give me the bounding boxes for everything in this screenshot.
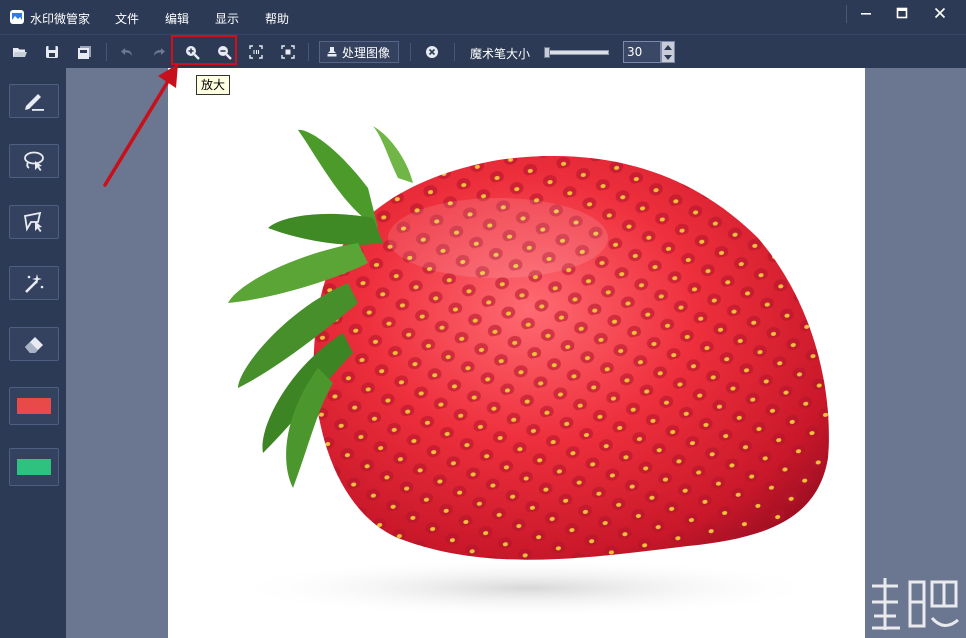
secondary-color-button[interactable] [9,448,59,486]
save-as-icon [77,45,91,59]
window-controls-divider [846,5,847,23]
tool-sidebar [0,68,66,638]
stepper-down-icon[interactable] [662,52,674,62]
stamp-icon [327,47,337,57]
magic-wand-button[interactable] [9,266,59,300]
menu-edit[interactable]: 编辑 [165,10,189,27]
open-button[interactable] [9,41,31,63]
app-logo-icon [9,9,25,25]
process-image-label: 处理图像 [342,45,391,60]
pen-icon [25,94,44,111]
secondary-color-swatch [17,459,51,475]
polygon-select-icon [23,211,42,232]
maximize-icon [896,7,908,19]
menu-file[interactable]: 文件 [115,10,139,27]
minimize-icon [861,13,871,15]
primary-color-swatch [17,398,51,414]
brush-size-label: 魔术笔大小 [470,47,531,61]
close-icon [934,7,946,19]
lasso-icon [24,151,44,171]
maximize-button[interactable] [884,0,920,26]
save-icon [46,46,58,58]
redo-icon [154,48,165,56]
title-bar: 水印微管家 文件 编辑 显示 帮助 [0,0,966,34]
eraser-icon [25,337,43,353]
image-canvas[interactable] [168,68,865,638]
stepper-up-icon[interactable] [662,42,674,52]
fit-window-button[interactable] [277,41,299,63]
actual-size-icon [249,45,263,59]
clear-button[interactable] [421,41,443,63]
strawberry-image [228,126,829,618]
fit-window-icon [281,45,295,59]
site-watermark-icon [834,578,959,630]
toolbar-divider [454,43,455,61]
menu-view[interactable]: 显示 [215,10,239,27]
eraser-tool-button[interactable] [9,327,59,361]
annotation-arrow-icon [103,64,178,187]
process-image-button[interactable]: 处理图像 [319,41,399,63]
zoom-in-tooltip: 放大 [196,75,231,95]
brush-size-stepper[interactable] [661,41,675,63]
save-as-button[interactable] [73,41,95,63]
brush-size-input[interactable] [623,41,661,63]
minimize-button[interactable] [848,0,884,26]
toolbar-divider [308,43,309,61]
toolbar-divider [410,43,411,61]
polygon-select-button[interactable] [9,205,59,239]
primary-color-button[interactable] [9,387,59,425]
clear-icon [426,46,438,58]
brush-size-slider[interactable] [545,50,609,55]
actual-size-button[interactable] [245,41,267,63]
undo-icon [121,48,132,56]
close-button[interactable] [922,0,958,26]
app-title: 水印微管家 [30,12,91,26]
save-button[interactable] [41,41,63,63]
open-icon [13,48,27,57]
menu-help[interactable]: 帮助 [265,10,289,27]
magic-wand-icon [25,274,44,293]
pen-tool-button[interactable] [9,84,59,118]
lasso-tool-button[interactable] [9,144,59,178]
brush-size-slider-thumb[interactable] [544,47,550,58]
